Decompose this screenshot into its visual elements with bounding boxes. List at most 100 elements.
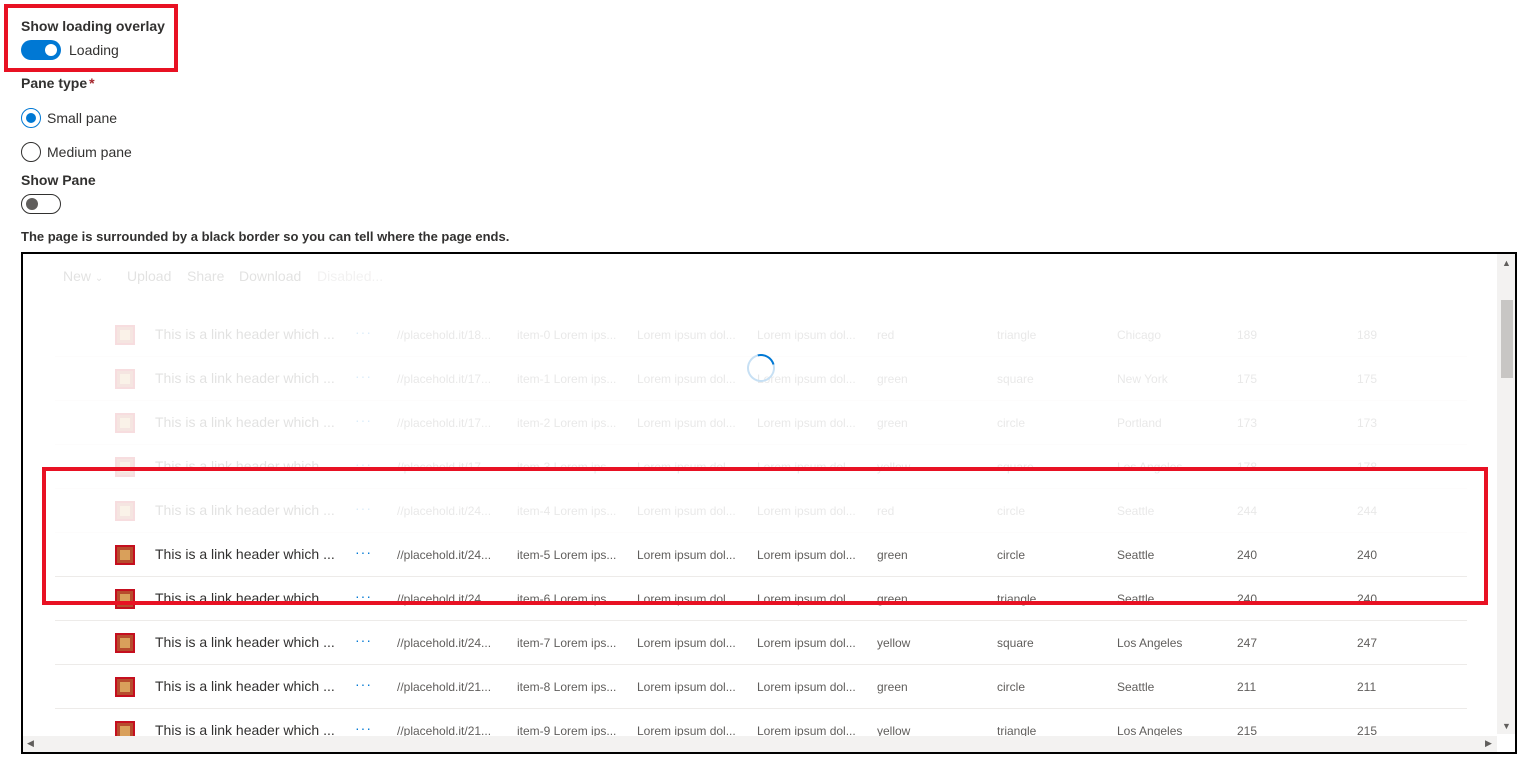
radio-dot bbox=[26, 113, 36, 123]
row-url: //placehold.it/24... bbox=[397, 504, 492, 518]
pane-type-label: Pane type * bbox=[21, 75, 95, 91]
row-color: green bbox=[877, 548, 908, 562]
row-title-link[interactable]: This is a link header which ... bbox=[155, 502, 335, 518]
row-num2: 247 bbox=[1357, 636, 1378, 650]
row-num2: 244 bbox=[1357, 504, 1378, 518]
download-button[interactable]: Download bbox=[239, 268, 301, 284]
show-pane-toggle[interactable] bbox=[21, 194, 61, 214]
row-desc2: Lorem ipsum dol... bbox=[757, 636, 856, 650]
radio-medium-pane[interactable] bbox=[21, 142, 41, 162]
row-title-link[interactable]: This is a link header which ... bbox=[155, 634, 335, 650]
row-item: item-8 Lorem ips... bbox=[517, 680, 617, 694]
row-color: red bbox=[877, 504, 895, 518]
row-location: Los Angeles bbox=[1117, 636, 1183, 650]
loading-overlay-toggle[interactable] bbox=[21, 40, 61, 60]
row-url: //placehold.it/21... bbox=[397, 680, 492, 694]
row-title-link[interactable]: This is a link header which ... bbox=[155, 326, 335, 342]
row-location: Seattle bbox=[1117, 504, 1155, 518]
page-frame: New ⌄ Upload Share Download Disabled... … bbox=[21, 252, 1517, 754]
table-row[interactable]: This is a link header which ... ··· //plac… bbox=[55, 401, 1467, 445]
row-shape: square bbox=[997, 636, 1034, 650]
scroll-up-icon[interactable]: ▲ bbox=[1502, 258, 1511, 268]
toggle-knob bbox=[26, 198, 38, 210]
row-item: item-3 Lorem ips... bbox=[517, 460, 617, 474]
row-desc1: Lorem ipsum dol... bbox=[637, 548, 736, 562]
row-desc1: Lorem ipsum dol... bbox=[637, 416, 736, 430]
row-color: green bbox=[877, 416, 908, 430]
row-num2: 175 bbox=[1357, 372, 1378, 386]
thumbnail-image bbox=[115, 501, 135, 521]
row-url: //placehold.it/17... bbox=[397, 416, 492, 430]
row-title-link[interactable]: This is a link header which ... bbox=[155, 678, 335, 694]
horizontal-scrollbar[interactable]: ◀ ▶ bbox=[23, 736, 1497, 752]
radio-small-pane-label[interactable]: Small pane bbox=[47, 110, 117, 126]
chevron-down-icon: ⌄ bbox=[94, 273, 104, 284]
row-shape: circle bbox=[997, 416, 1026, 430]
row-num1: 178 bbox=[1237, 460, 1258, 474]
scroll-right-icon[interactable]: ▶ bbox=[1485, 738, 1492, 749]
row-location: Los Angeles bbox=[1117, 460, 1183, 474]
scroll-left-icon[interactable]: ◀ bbox=[27, 738, 34, 749]
row-location: New York bbox=[1117, 372, 1168, 386]
more-icon[interactable]: ··· bbox=[355, 632, 372, 648]
table-row[interactable]: This is a link header which ... ··· //plac… bbox=[55, 313, 1467, 357]
row-item: item-7 Lorem ips... bbox=[517, 636, 617, 650]
row-location: Seattle bbox=[1117, 592, 1155, 606]
table-row[interactable]: This is a link header which ... ··· //plac… bbox=[55, 577, 1467, 621]
row-url: //placehold.it/17... bbox=[397, 372, 492, 386]
more-icon[interactable]: ··· bbox=[355, 500, 372, 516]
more-icon[interactable]: ··· bbox=[355, 720, 372, 736]
disabled-button: Disabled... bbox=[317, 268, 384, 284]
row-num1: 211 bbox=[1237, 680, 1257, 694]
row-color: red bbox=[877, 328, 895, 342]
new-button[interactable]: New ⌄ bbox=[63, 268, 103, 284]
row-num2: 240 bbox=[1357, 592, 1378, 606]
row-color: green bbox=[877, 372, 908, 386]
scrollbar-thumb[interactable] bbox=[1501, 300, 1513, 378]
row-desc1: Lorem ipsum dol... bbox=[637, 680, 736, 694]
more-icon[interactable]: ··· bbox=[355, 544, 372, 560]
row-color: yellow bbox=[877, 636, 911, 650]
table-row[interactable]: This is a link header which ... ··· //plac… bbox=[55, 533, 1467, 577]
row-shape: triangle bbox=[997, 328, 1037, 342]
row-item: item-0 Lorem ips... bbox=[517, 328, 617, 342]
thumbnail-image bbox=[115, 677, 135, 697]
more-icon[interactable]: ··· bbox=[355, 412, 372, 428]
row-num2: 173 bbox=[1357, 416, 1378, 430]
more-icon[interactable]: ··· bbox=[355, 368, 372, 384]
row-title-link[interactable]: This is a link header which ... bbox=[155, 590, 335, 606]
row-num1: 240 bbox=[1237, 548, 1258, 562]
row-url: //placehold.it/17... bbox=[397, 460, 492, 474]
row-num1: 175 bbox=[1237, 372, 1258, 386]
table-row[interactable]: This is a link header which ... ··· //plac… bbox=[55, 621, 1467, 665]
row-num2: 178 bbox=[1357, 460, 1378, 474]
row-desc1: Lorem ipsum dol... bbox=[637, 372, 736, 386]
loading-overlay-label: Show loading overlay bbox=[21, 18, 165, 34]
more-icon[interactable]: ··· bbox=[355, 456, 372, 472]
table-row[interactable]: This is a link header which ... ··· //plac… bbox=[55, 445, 1467, 489]
row-title-link[interactable]: This is a link header which ... bbox=[155, 546, 335, 562]
highlight-loading-toggle bbox=[4, 4, 178, 72]
row-shape: circle bbox=[997, 504, 1026, 518]
table-row[interactable]: This is a link header which ... ··· //plac… bbox=[55, 489, 1467, 533]
radio-medium-pane-label[interactable]: Medium pane bbox=[47, 144, 132, 160]
more-icon[interactable]: ··· bbox=[355, 676, 372, 692]
row-title-link[interactable]: This is a link header which ... bbox=[155, 370, 335, 386]
row-title-link[interactable]: This is a link header which ... bbox=[155, 414, 335, 430]
row-desc2: Lorem ipsum dol... bbox=[757, 592, 856, 606]
row-desc1: Lorem ipsum dol... bbox=[637, 460, 736, 474]
more-icon[interactable]: ··· bbox=[355, 324, 372, 340]
page-border-note: The page is surrounded by a black border… bbox=[21, 229, 510, 244]
row-item: item-1 Lorem ips... bbox=[517, 372, 617, 386]
row-shape: square bbox=[997, 460, 1034, 474]
vertical-scrollbar[interactable]: ▲ ▼ bbox=[1497, 254, 1515, 734]
scroll-down-icon[interactable]: ▼ bbox=[1502, 721, 1511, 731]
radio-small-pane[interactable] bbox=[21, 108, 41, 128]
upload-button[interactable]: Upload bbox=[127, 268, 171, 284]
command-bar: New ⌄ Upload Share Download Disabled... bbox=[23, 254, 1497, 298]
table-row[interactable]: This is a link header which ... ··· //plac… bbox=[55, 665, 1467, 709]
more-icon[interactable]: ··· bbox=[355, 588, 372, 604]
row-title-link[interactable]: This is a link header which ... bbox=[155, 458, 335, 474]
share-button[interactable]: Share bbox=[187, 268, 224, 284]
row-num2: 211 bbox=[1357, 680, 1377, 694]
